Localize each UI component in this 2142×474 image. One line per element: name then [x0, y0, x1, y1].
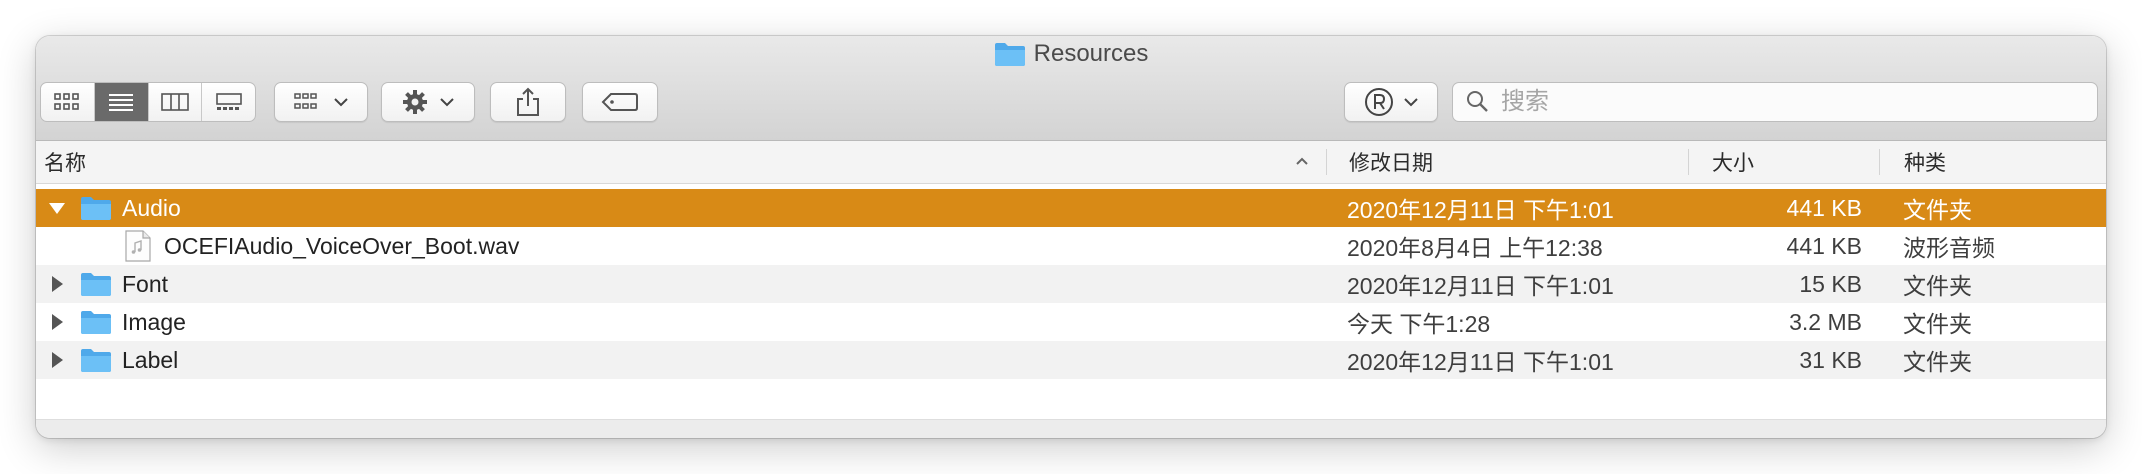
file-size: 31 KB — [1799, 346, 1862, 373]
disclosure-triangle-collapsed-icon[interactable] — [42, 303, 72, 341]
file-list: Audio 2020年12月11日 下午1:01 441 KB 文件夹 OCEF… — [36, 189, 2106, 379]
gear-icon — [403, 90, 427, 114]
file-row[interactable]: Font 2020年12月11日 下午1:01 15 KB 文件夹 — [36, 265, 2106, 303]
disclosure-triangle-expanded-icon[interactable] — [42, 189, 72, 227]
file-size: 15 KB — [1799, 270, 1862, 297]
share-icon — [517, 87, 539, 116]
file-name: Font — [122, 270, 169, 297]
column-divider[interactable] — [1326, 149, 1327, 175]
folder-icon — [80, 265, 112, 303]
share-button[interactable] — [490, 82, 566, 122]
folder-icon — [80, 341, 112, 379]
window-footer — [36, 419, 2106, 438]
file-row[interactable]: Label 2020年12月11日 下午1:01 31 KB 文件夹 — [36, 341, 2106, 379]
view-mode-control[interactable] — [40, 82, 256, 122]
file-name: Audio — [122, 194, 181, 221]
file-size: 441 KB — [1786, 232, 1862, 259]
sort-ascending-icon — [1296, 157, 1308, 165]
file-date: 2020年12月11日 下午1:01 — [1347, 349, 1614, 375]
toolbar: Resources — [36, 36, 2106, 141]
folder-icon — [80, 303, 112, 341]
column-name-label: 名称 — [44, 152, 86, 175]
file-row[interactable]: Image 今天 下午1:28 3.2 MB 文件夹 — [36, 303, 2106, 341]
column-name-header[interactable]: 名称 — [44, 141, 86, 183]
chevron-down-icon — [440, 98, 454, 107]
file-kind: 文件夹 — [1903, 311, 1972, 337]
column-date-label: 修改日期 — [1349, 152, 1433, 175]
list-view-button[interactable] — [94, 83, 149, 121]
list-icon — [109, 94, 134, 111]
registered-icon — [1365, 88, 1393, 116]
file-name: OCEFIAudio_VoiceOver_Boot.wav — [164, 232, 520, 259]
file-date: 今天 下午1:28 — [1347, 311, 1491, 337]
column-date-header[interactable]: 修改日期 — [1349, 141, 1433, 183]
group-icon — [294, 93, 317, 109]
file-name: Label — [122, 346, 179, 373]
file-row[interactable]: Audio 2020年12月11日 下午1:01 441 KB 文件夹 — [36, 189, 2106, 227]
gallery-icon — [215, 93, 242, 110]
column-size-label: 大小 — [1712, 152, 1754, 175]
column-header: 名称 修改日期 大小 种类 — [36, 141, 2106, 184]
window-title-text: Resources — [1033, 40, 1149, 67]
column-kind-label: 种类 — [1904, 152, 1946, 175]
column-divider[interactable] — [1879, 149, 1880, 175]
icon-view-button[interactable] — [41, 83, 95, 121]
file-kind: 文件夹 — [1903, 197, 1972, 223]
columns-icon — [161, 93, 189, 111]
action-menu-button[interactable] — [381, 82, 475, 122]
audio-file-icon — [124, 227, 152, 265]
chevron-down-icon — [1404, 98, 1418, 107]
file-date: 2020年12月11日 下午1:01 — [1347, 273, 1614, 299]
file-date: 2020年12月11日 下午1:01 — [1347, 197, 1614, 223]
quick-action-button[interactable] — [1344, 82, 1438, 122]
file-kind: 波形音频 — [1903, 235, 1995, 261]
file-row[interactable]: OCEFIAudio_VoiceOver_Boot.wav 2020年8月4日 … — [36, 227, 2106, 265]
icon-grid-icon — [54, 93, 80, 110]
window-title: Resources — [36, 40, 2106, 68]
tags-button[interactable] — [582, 82, 658, 122]
file-date: 2020年8月4日 上午12:38 — [1347, 235, 1603, 261]
gallery-view-button[interactable] — [202, 83, 255, 121]
column-kind-header[interactable]: 种类 — [1904, 141, 1946, 183]
disclosure-triangle-collapsed-icon[interactable] — [42, 341, 72, 379]
column-size-header[interactable]: 大小 — [1712, 141, 1754, 183]
column-divider[interactable] — [1688, 149, 1689, 175]
column-view-button[interactable] — [149, 83, 203, 121]
folder-icon — [994, 41, 1026, 67]
disclosure-triangle-collapsed-icon[interactable] — [42, 265, 72, 303]
search-icon — [1467, 91, 1488, 112]
finder-window: Resources 搜索 名称 修改日期 大小 种类 Audio 2020年12… — [36, 36, 2106, 438]
search-field[interactable] — [1452, 82, 2098, 122]
file-kind: 文件夹 — [1903, 273, 1972, 299]
file-size: 3.2 MB — [1789, 308, 1862, 335]
search-input[interactable] — [1499, 87, 2063, 117]
group-by-button[interactable] — [274, 82, 368, 122]
file-size: 441 KB — [1786, 194, 1862, 221]
file-name: Image — [122, 308, 186, 335]
folder-icon — [80, 189, 112, 227]
tag-icon — [601, 93, 638, 111]
file-kind: 文件夹 — [1903, 349, 1972, 375]
chevron-down-icon — [334, 98, 348, 107]
